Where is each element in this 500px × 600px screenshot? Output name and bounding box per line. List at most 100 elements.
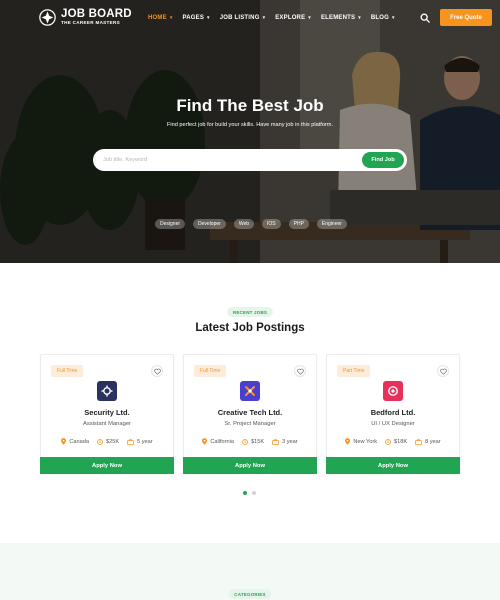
chevron-down-icon: ▼ bbox=[261, 15, 267, 20]
tag-developer[interactable]: Developer bbox=[193, 219, 226, 229]
job-meta: California $ $15K 3 year bbox=[184, 438, 316, 445]
svg-text:$: $ bbox=[387, 440, 389, 444]
menu-item-label: HOME bbox=[148, 14, 167, 21]
tag-engineer[interactable]: Engineer bbox=[316, 219, 347, 229]
recent-jobs-badge: RECENT JOBS bbox=[226, 307, 274, 317]
search-icon[interactable] bbox=[420, 13, 430, 23]
job-experience: 5 year bbox=[127, 438, 153, 445]
salary-text: $15K bbox=[251, 438, 265, 445]
job-cards: Full Time Security Ltd. Assistant Manage… bbox=[40, 354, 460, 474]
chevron-down-icon: ▼ bbox=[168, 15, 174, 20]
job-salary: $ $25K bbox=[97, 438, 119, 445]
menu-item-blog[interactable]: BLOG ▼ bbox=[371, 15, 396, 21]
popular-tags: Designer Developer Web IOS PHP Engineer bbox=[155, 219, 347, 229]
dollar-circle-icon: $ bbox=[385, 438, 391, 445]
briefcase-icon bbox=[415, 438, 422, 445]
tag-ios[interactable]: IOS bbox=[262, 219, 281, 229]
job-card[interactable]: Part Time Bedford Ltd. UI / UX Designer … bbox=[326, 354, 460, 474]
tag-php[interactable]: PHP bbox=[288, 219, 309, 229]
job-search-input[interactable] bbox=[103, 157, 362, 163]
compass-icon bbox=[240, 381, 260, 401]
flower-icon bbox=[383, 381, 403, 401]
menu-item-elements[interactable]: ELEMENTS ▼ bbox=[321, 15, 362, 21]
location-text: New York bbox=[353, 438, 377, 445]
job-card[interactable]: Full Time Creative Tech Ltd. Sr. Project… bbox=[183, 354, 317, 474]
location-pin-icon bbox=[202, 438, 208, 445]
briefcase-icon bbox=[127, 438, 134, 445]
apply-now-button[interactable]: Apply Now bbox=[183, 457, 317, 474]
tag-web[interactable]: Web bbox=[233, 219, 255, 229]
location-pin-icon bbox=[61, 438, 67, 445]
experience-text: 8 year bbox=[425, 438, 441, 445]
menu-item-pages[interactable]: PAGES ▼ bbox=[182, 15, 210, 21]
job-position: Sr. Project Manager bbox=[224, 421, 276, 427]
chevron-down-icon: ▼ bbox=[357, 15, 362, 20]
menu-item-explore[interactable]: EXPLORE ▼ bbox=[275, 15, 312, 21]
experience-text: 5 year bbox=[137, 438, 153, 445]
svg-text:$: $ bbox=[99, 440, 101, 444]
job-type-badge: Full Time bbox=[51, 365, 84, 377]
salary-text: $18K bbox=[394, 438, 408, 445]
menu-item-label: JOB LISTING bbox=[219, 14, 260, 21]
logo-subtitle: THE CAREER MASTERS bbox=[61, 20, 120, 26]
location-text: California bbox=[210, 438, 234, 445]
hero-subtitle: Find perfect job for build your skills. … bbox=[166, 122, 334, 128]
heart-icon[interactable] bbox=[151, 365, 163, 377]
top-navbar: JOB BOARD THE CAREER MASTERS HOME ▼ PAGES… bbox=[0, 0, 500, 35]
job-location: California bbox=[202, 438, 234, 445]
salary-text: $25K bbox=[105, 438, 120, 445]
job-card[interactable]: Full Time Security Ltd. Assistant Manage… bbox=[40, 354, 174, 474]
chevron-down-icon: ▼ bbox=[307, 15, 312, 20]
logo-title: JOB BOARD bbox=[61, 7, 132, 20]
apply-now-button[interactable]: Apply Now bbox=[40, 457, 174, 474]
chevron-down-icon: ▼ bbox=[391, 15, 396, 20]
job-position: UI / UX Designer bbox=[371, 421, 415, 427]
job-salary: $ $18K bbox=[385, 438, 407, 445]
job-salary: $ $15K bbox=[242, 438, 264, 445]
carousel-dot[interactable] bbox=[252, 491, 256, 495]
chevron-down-icon: ▼ bbox=[206, 15, 211, 20]
company-name[interactable]: Bedford Ltd. bbox=[327, 408, 459, 417]
company-name[interactable]: Creative Tech Ltd. bbox=[184, 408, 316, 417]
job-type-badge: Full Time bbox=[194, 365, 227, 377]
location-text: Canada bbox=[69, 438, 89, 445]
job-meta: New York $ $18K 8 year bbox=[327, 438, 459, 445]
job-location: New York bbox=[345, 438, 377, 445]
dollar-circle-icon: $ bbox=[97, 438, 103, 445]
job-location: Canada bbox=[61, 438, 89, 445]
svg-text:$: $ bbox=[244, 440, 246, 444]
job-search-bar: Find Job bbox=[93, 149, 407, 171]
menu-item-home[interactable]: HOME ▼ bbox=[148, 15, 173, 21]
find-job-button[interactable]: Find Job bbox=[362, 152, 404, 168]
logo[interactable]: JOB BOARD THE CAREER MASTERS bbox=[39, 7, 147, 26]
menu-item-label: EXPLORE bbox=[275, 14, 306, 21]
experience-text: 3 year bbox=[282, 438, 298, 445]
job-type-badge: Part Time bbox=[337, 365, 371, 377]
carousel-dot[interactable] bbox=[243, 491, 247, 495]
menu-item-label: PAGES bbox=[182, 14, 205, 21]
briefcase-icon bbox=[272, 438, 279, 445]
job-experience: 3 year bbox=[272, 438, 298, 445]
menu-item-job-listing[interactable]: JOB LISTING ▼ bbox=[220, 15, 267, 21]
menu-item-label: ELEMENTS bbox=[320, 14, 356, 21]
job-meta: Canada $ $25K 5 year bbox=[41, 438, 173, 445]
tag-designer[interactable]: Designer bbox=[155, 219, 186, 229]
heart-icon[interactable] bbox=[437, 365, 449, 377]
carousel-dots bbox=[243, 491, 256, 495]
main-menu: HOME ▼ PAGES ▼ JOB LISTING ▼ EXPLORE ▼ ELEME… bbox=[148, 15, 396, 21]
job-position: Assistant Manager bbox=[82, 421, 131, 427]
menu-item-label: BLOG bbox=[370, 14, 390, 21]
heart-icon[interactable] bbox=[294, 365, 306, 377]
hero-title: Find The Best Job bbox=[176, 96, 324, 115]
hero-section: JOB BOARD THE CAREER MASTERS HOME ▼ PAGES… bbox=[0, 0, 500, 263]
job-experience: 8 year bbox=[415, 438, 441, 445]
company-name[interactable]: Security Ltd. bbox=[41, 408, 173, 417]
logo-icon bbox=[39, 9, 56, 26]
free-quote-button[interactable]: Free Quote bbox=[440, 9, 492, 26]
categories-badge: CATEGORIES bbox=[228, 589, 272, 599]
location-pin-icon bbox=[345, 438, 351, 445]
dollar-circle-icon: $ bbox=[242, 438, 248, 445]
apply-now-button[interactable]: Apply Now bbox=[326, 457, 460, 474]
recent-jobs-title: Latest Job Postings bbox=[195, 322, 305, 334]
gear-icon bbox=[97, 381, 117, 401]
